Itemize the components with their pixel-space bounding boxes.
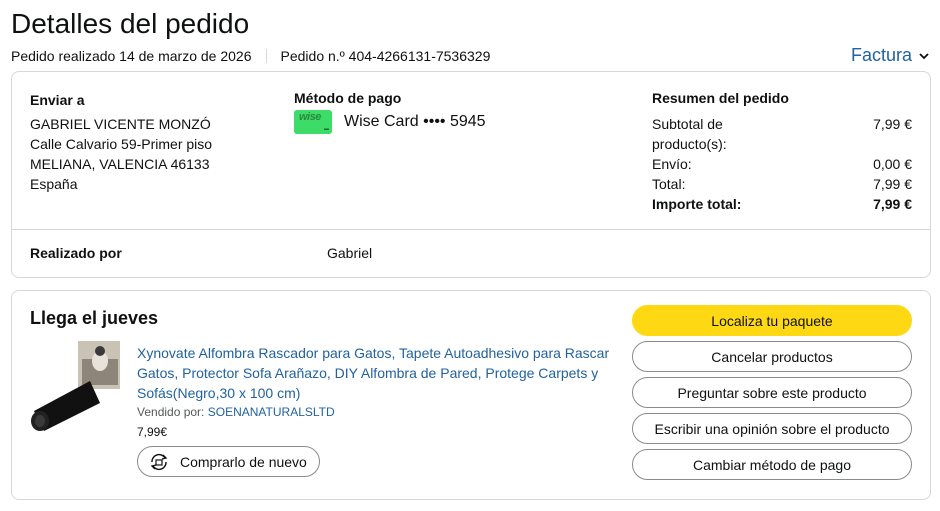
sold-by-label: Vendido por: <box>137 405 205 419</box>
sold-by: Vendido por: SOENANATURALSLTD <box>137 405 335 419</box>
buy-again-label: Comprarlo de nuevo <box>180 453 307 470</box>
seller-link[interactable]: SOENANATURALSLTD <box>208 405 335 419</box>
address-line: GABRIEL VICENTE MONZÓ <box>30 116 211 132</box>
summary-label: Resumen del pedido <box>652 90 789 106</box>
order-summary: Resumen del pedido Subtotal de producto(… <box>652 90 912 214</box>
chevron-down-icon <box>919 52 929 59</box>
invoice-label: Factura <box>850 45 912 65</box>
arrival-status: Llega el jueves <box>30 308 159 328</box>
shipping-label: Enviar a <box>30 92 85 108</box>
product-image[interactable] <box>30 341 122 433</box>
change-payment-button[interactable]: Cambiar método de pago <box>632 449 912 480</box>
order-info-card: Enviar a GABRIEL VICENTE MONZÓ Calle Cal… <box>11 71 931 278</box>
made-by-label: Realizado por <box>30 245 122 261</box>
track-package-button[interactable]: Localiza tu paquete <box>632 305 912 336</box>
shipment-card: Llega el jueves Xynovate Alfombra Rascad… <box>11 290 931 500</box>
payment-method: Método de pago wise ▬ Wise Card •••• 594… <box>294 90 486 134</box>
made-by-value: Gabriel <box>327 245 373 261</box>
summary-row: Subtotal de producto(s): 7,99 € <box>652 116 912 152</box>
product-price: 7,99€ <box>137 425 168 439</box>
payment-label: Método de pago <box>294 90 402 106</box>
divider <box>265 49 267 63</box>
write-review-button[interactable]: Escribir una opinión sobre el producto <box>632 413 912 444</box>
buy-again-icon <box>150 453 168 470</box>
order-date: Pedido realizado 14 de marzo de 2026 <box>11 48 252 64</box>
order-subline: Pedido realizado 14 de marzo de 2026 Ped… <box>11 48 490 64</box>
shipping-address: Enviar a GABRIEL VICENTE MONZÓ Calle Cal… <box>30 90 212 194</box>
card-text: Wise Card •••• 5945 <box>344 113 486 130</box>
buy-again-button[interactable]: Comprarlo de nuevo <box>137 446 320 477</box>
summary-row-total: Importe total: 7,99 € <box>652 196 912 212</box>
address-line: MELIANA, VALENCIA 46133 <box>30 156 210 172</box>
address-line: Calle Calvario 59-Primer piso <box>30 136 213 152</box>
summary-row: Total: 7,99 € <box>652 176 912 192</box>
divider <box>12 229 930 230</box>
invoice-dropdown[interactable]: Factura <box>851 45 930 66</box>
page-title: Detalles del pedido <box>11 8 250 39</box>
actions-column: Localiza tu paquete Cancelar productos P… <box>632 305 912 485</box>
cancel-items-button[interactable]: Cancelar productos <box>632 341 912 372</box>
product-title-link[interactable]: Xynovate Alfombra Rascador para Gatos, T… <box>137 343 617 403</box>
wise-card-icon: wise ▬ <box>294 110 332 134</box>
address-line: España <box>30 176 78 192</box>
summary-row: Envío: 0,00 € <box>652 156 912 172</box>
ask-question-button[interactable]: Preguntar sobre este producto <box>632 377 912 408</box>
order-number: Pedido n.º 404-4266131-7536329 <box>280 48 491 64</box>
